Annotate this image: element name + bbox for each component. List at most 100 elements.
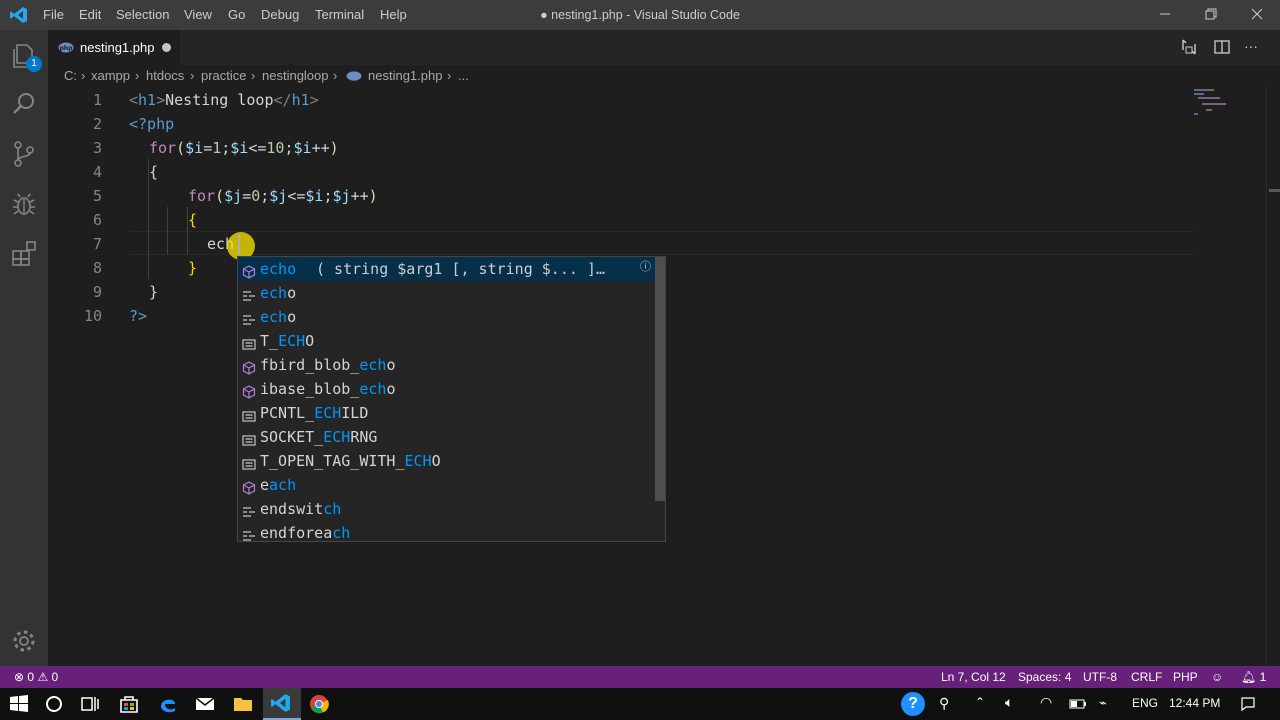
suggest-item[interactable]: T_ECHO [238, 329, 656, 353]
code-line-5: for($j=0;$j<=$i;$j++) [188, 187, 378, 205]
line-number: 8 [92, 259, 102, 277]
extensions-button[interactable] [8, 238, 40, 270]
chevron-up-icon[interactable]: ⌃ [975, 695, 985, 709]
read-more-info-icon[interactable]: ⓘ [640, 255, 651, 279]
battery-icon[interactable] [1069, 698, 1087, 710]
constant-icon [242, 430, 256, 446]
clock-time[interactable]: 12:44 PM [1169, 696, 1220, 710]
encoding[interactable]: UTF-8 [1083, 666, 1117, 688]
code-line-2: <?php [129, 115, 175, 133]
indentation[interactable]: Spaces: 4 [1018, 666, 1071, 688]
suggest-item-label: PCNTL_ECHILD [260, 404, 369, 422]
manage-button[interactable] [8, 625, 40, 657]
title-bar: File Edit Selection View Go Debug Termin… [0, 0, 1280, 30]
input-language[interactable]: ENG [1132, 696, 1158, 710]
breadcrumb-htdocs[interactable]: htdocs [146, 65, 184, 87]
search-button[interactable] [8, 88, 40, 120]
edge-icon[interactable] [156, 692, 180, 716]
action-center-icon[interactable] [1240, 696, 1256, 712]
line-number: 1 [92, 91, 102, 109]
editor-scrollbar[interactable] [1266, 87, 1280, 666]
explorer-button[interactable]: 1 [8, 40, 42, 72]
suggest-item[interactable]: fbird_blob_echo [238, 353, 656, 377]
breadcrumb-more[interactable]: ... [458, 65, 469, 87]
notifications[interactable]: 🔔︎ 1 [1241, 666, 1266, 688]
suggest-item[interactable]: PCNTL_ECHILD [238, 401, 656, 425]
wifi-icon[interactable]: ◠ [1040, 694, 1052, 711]
line-number: 3 [92, 139, 102, 157]
breadcrumb-drive[interactable]: C: [64, 65, 77, 87]
autocomplete-suggest[interactable]: echo( string $arg1 [, string $... ]… ⓘ ech… [237, 256, 666, 542]
suggest-item[interactable]: echo [238, 281, 656, 305]
task-view-icon[interactable] [78, 692, 102, 716]
taskbar-vscode-active[interactable] [263, 688, 301, 720]
suggest-item-label: echo [260, 260, 297, 278]
breadcrumb-nestingloop[interactable]: nestingloop [262, 65, 329, 87]
debug-icon [13, 193, 35, 215]
source-control-button[interactable] [8, 138, 40, 170]
debug-button[interactable] [8, 188, 40, 220]
gear-icon [13, 630, 35, 652]
file-explorer-icon[interactable] [231, 692, 255, 716]
suggest-item[interactable]: endforeach [238, 521, 656, 545]
suggest-item-label: SOCKET_ECHRNG [260, 428, 378, 446]
suggest-item[interactable]: echo ( string $arg1 [, string $... ]… ⓘ [238, 257, 656, 281]
feedback-smiley-icon[interactable]: ☺ [1211, 666, 1223, 688]
breadcrumb-file[interactable]: nesting1.php [368, 65, 442, 87]
more-icon: ··· [1244, 38, 1258, 54]
tab-bar: php nesting1.php ··· [48, 30, 1280, 65]
php-file-icon: php [58, 42, 74, 53]
chrome-icon[interactable] [307, 692, 331, 716]
suggest-item-label: endforeach [260, 524, 351, 542]
mail-icon[interactable] [193, 692, 217, 716]
breadcrumb-practice[interactable]: practice [201, 65, 247, 87]
snippet-icon [242, 502, 256, 517]
vscode-icon [271, 694, 290, 712]
suggest-item[interactable]: SOCKET_ECHRNG [238, 425, 656, 449]
suggest-item-label: echo [260, 308, 297, 326]
modified-dot-icon[interactable] [162, 43, 171, 52]
code-line-4: { [149, 163, 159, 181]
more-actions-button[interactable]: ··· [1244, 38, 1258, 54]
suggest-item[interactable]: endswitch [238, 497, 656, 521]
close-icon [1251, 8, 1263, 20]
problems-indicator[interactable]: ⊗ 0 ⚠ 0 [14, 666, 58, 688]
breadcrumb-xampp[interactable]: xampp [91, 65, 130, 87]
language-mode[interactable]: PHP [1173, 666, 1198, 688]
open-changes-icon [1182, 39, 1196, 55]
suggest-scrollbar[interactable] [655, 257, 665, 501]
scroll-position-marker [1269, 189, 1280, 192]
status-bar: ⊗ 0 ⚠ 0 Ln 7, Col 12 Spaces: 4 UTF-8 CRL… [0, 666, 1280, 688]
suggest-item[interactable]: echo [238, 305, 656, 329]
minimize-button[interactable] [1142, 0, 1188, 30]
suggest-item[interactable]: each [238, 473, 656, 497]
close-button[interactable] [1234, 0, 1280, 30]
suggest-item-label: echo [260, 284, 297, 302]
line-ending[interactable]: CRLF [1131, 666, 1162, 688]
extensions-icon [12, 241, 36, 266]
chevron-right-icon: › [190, 68, 195, 83]
network-icon[interactable]: ⌁ [1099, 695, 1107, 711]
suggest-item-label: each [260, 476, 297, 494]
code-line-8: } [188, 259, 198, 277]
store-icon[interactable] [117, 692, 141, 716]
suggest-item-label: ibase_blob_echo [260, 380, 396, 398]
tab-nesting1[interactable]: php nesting1.php [48, 30, 180, 65]
help-question-icon[interactable]: ? [901, 692, 925, 716]
cortana-search-icon[interactable] [42, 692, 66, 716]
compare-button[interactable] [1180, 38, 1198, 61]
chevron-right-icon: › [135, 68, 140, 83]
volume-icon[interactable]: 🔈︎ [1005, 694, 1013, 711]
minimap[interactable] [1194, 87, 1266, 127]
suggest-item[interactable]: T_OPEN_TAG_WITH_ECHO [238, 449, 656, 473]
suggest-item-label: fbird_blob_echo [260, 356, 396, 374]
people-icon[interactable]: ⚲ [939, 695, 949, 712]
split-editor-button[interactable] [1213, 38, 1231, 61]
cursor-position[interactable]: Ln 7, Col 12 [941, 666, 1006, 688]
restore-button[interactable] [1188, 0, 1234, 30]
windows-start-icon[interactable] [7, 692, 31, 716]
line-number: 6 [92, 211, 102, 229]
indent-guide [167, 207, 168, 255]
breadcrumb: C: › xampp › htdocs › practice › nesting… [48, 65, 1280, 87]
suggest-item[interactable]: ibase_blob_echo [238, 377, 656, 401]
